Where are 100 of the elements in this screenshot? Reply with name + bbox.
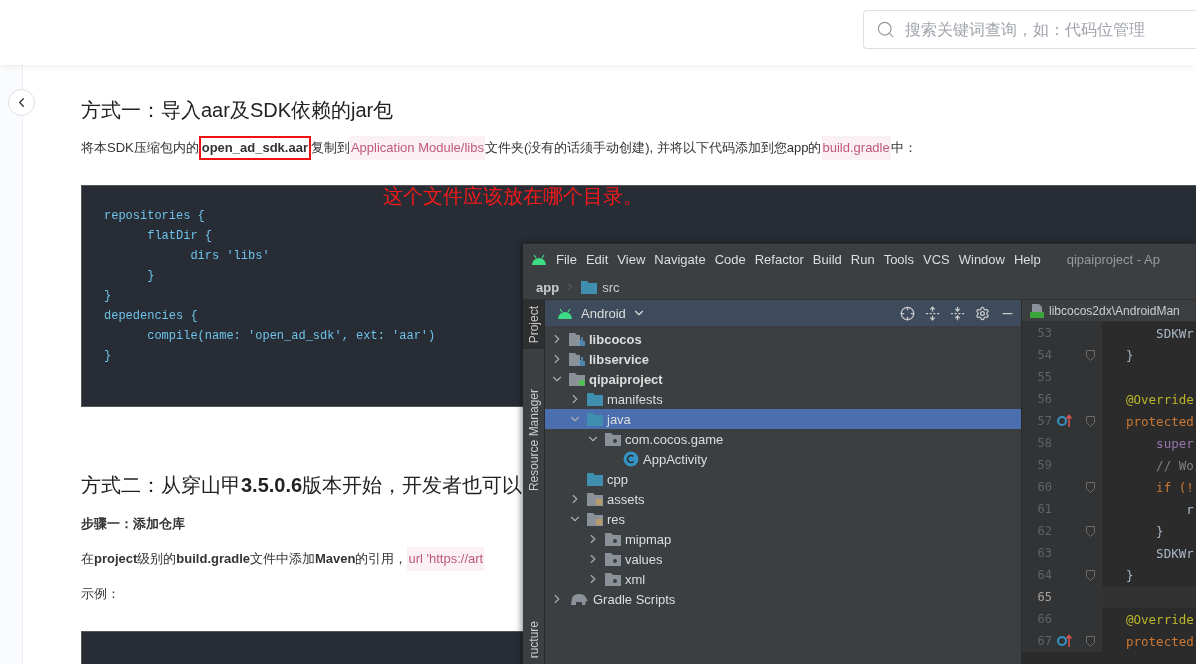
fold-marker-icon[interactable]	[1085, 635, 1095, 647]
fold-marker-icon[interactable]	[1085, 525, 1095, 537]
folder-icon	[587, 412, 603, 426]
class-icon	[623, 451, 639, 467]
step-heading: 步骤一：添加仓库	[81, 515, 185, 533]
menu-item[interactable]: Refactor	[754, 252, 804, 267]
code-line: }	[146, 268, 155, 285]
body-text: 将本SDK压缩包内的	[81, 139, 199, 157]
menu-item[interactable]: Build	[812, 252, 842, 267]
package-folder-icon	[605, 552, 621, 566]
android-icon	[531, 254, 547, 265]
code-line: @Override	[1126, 611, 1194, 627]
tree-item[interactable]: AppActivity	[545, 449, 1021, 469]
tool-window-tab[interactable]: ructure	[523, 614, 544, 664]
search-field[interactable]: 搜索关键词查询，如：代码位管理	[863, 10, 1196, 49]
code-line: compile(name: 'open_ad_sdk', ext: 'aar')	[146, 328, 436, 345]
breadcrumb-item[interactable]: app	[536, 279, 560, 295]
tree-item[interactable]: mipmap	[545, 529, 1021, 549]
menu-item[interactable]: Run	[850, 252, 875, 267]
menu-item[interactable]: Edit	[585, 252, 609, 267]
fold-marker-icon[interactable]	[1085, 481, 1095, 493]
window-title: qipaiproject - Ap	[1066, 252, 1160, 267]
package-folder-icon	[605, 432, 621, 446]
section-heading: 方式一：导入aar及SDK依赖的jar包	[81, 98, 394, 123]
menu-item[interactable]: View	[617, 252, 646, 267]
inline-code: Application Module/libs	[349, 136, 485, 160]
elephant-icon	[569, 592, 589, 606]
code-line: if (!	[1155, 479, 1194, 495]
body-text: 示例：	[81, 585, 120, 603]
tool-window-tab[interactable]: Resource Manager	[523, 383, 544, 498]
code-line: super	[1155, 435, 1194, 451]
collapse-all-icon[interactable]	[950, 305, 965, 321]
fold-marker-icon[interactable]	[1085, 569, 1095, 581]
code-line: r	[1185, 501, 1194, 517]
override-marker-icon[interactable]	[1057, 634, 1073, 648]
body-text: 中：	[890, 139, 917, 157]
tree-item[interactable]: assets	[545, 489, 1021, 509]
code-line: SDKWr	[1155, 545, 1194, 561]
tree-item[interactable]: libcocos	[545, 329, 1021, 349]
tree-item[interactable]: cpp	[545, 469, 1021, 489]
code-line: }	[1126, 347, 1134, 363]
override-marker-icon[interactable]	[1057, 414, 1073, 428]
tree-item[interactable]: qipaiproject	[545, 369, 1021, 389]
folder-icon	[581, 280, 598, 294]
android-icon	[557, 307, 573, 319]
breadcrumb-item[interactable]: src	[602, 279, 620, 295]
tree-item[interactable]: Gradle Scripts	[545, 589, 1021, 609]
resource-folder-icon	[587, 512, 603, 526]
search-icon	[876, 20, 895, 39]
code-line: protected	[1126, 633, 1194, 649]
module-folder-icon	[569, 352, 585, 366]
menu-item[interactable]: VCS	[923, 252, 950, 267]
body-text: 复制到	[310, 139, 350, 157]
tree-item[interactable]: java	[545, 409, 1021, 429]
code-line: repositories {	[104, 208, 205, 225]
collapse-sidebar-button[interactable]	[8, 89, 35, 116]
tree-item[interactable]: res	[545, 509, 1021, 529]
expand-all-icon[interactable]	[925, 305, 940, 321]
tool-window-tab[interactable]: Project	[523, 300, 544, 350]
code-line: }	[1155, 523, 1164, 539]
resource-folder-icon	[587, 492, 603, 506]
folder-icon	[587, 392, 603, 406]
tree-item[interactable]: xml	[545, 569, 1021, 589]
package-folder-icon	[605, 572, 621, 586]
code-line: @Override	[1126, 391, 1194, 407]
body-text: 文件夹(没有的话须手动创建), 并将以下代码添加到您app的	[484, 139, 822, 157]
menu-item[interactable]: Tools	[883, 252, 914, 267]
settings-icon[interactable]	[975, 305, 990, 321]
code-line: flatDir {	[146, 228, 213, 245]
menu-item[interactable]: Navigate	[654, 252, 706, 267]
folder-icon	[587, 472, 603, 486]
tree-item[interactable]: com.cocos.game	[545, 429, 1021, 449]
fold-marker-icon[interactable]	[1085, 349, 1095, 361]
code-line: depedencies {	[104, 308, 198, 325]
code-line: }	[1126, 567, 1134, 583]
menu-item[interactable]: File	[556, 252, 577, 267]
annotation-text: 这个文件应该放在哪个目录。	[383, 184, 643, 209]
module-folder-icon	[569, 332, 585, 346]
menu-item[interactable]: Help	[1013, 252, 1041, 267]
inline-code: url 'https://art	[407, 547, 485, 571]
code-line: }	[104, 288, 112, 305]
menu-item[interactable]: Window	[958, 252, 1005, 267]
code-line: protected	[1126, 413, 1194, 429]
inline-code: build.gradle	[821, 136, 891, 160]
code-line: dirs 'libs'	[189, 248, 270, 265]
view-selector[interactable]: Android	[581, 305, 646, 321]
section-heading: 方式二：从穿山甲3.5.0.6版本开始，开发者也可以	[81, 473, 523, 498]
package-folder-icon	[605, 532, 621, 546]
manifest-file-icon	[1030, 303, 1044, 318]
code-line: SDKWr	[1155, 325, 1194, 341]
annotated-filename: open_ad_sdk.aar	[198, 136, 311, 160]
tree-item[interactable]: manifests	[545, 389, 1021, 409]
locate-icon[interactable]	[900, 305, 915, 321]
tree-item[interactable]: libservice	[545, 349, 1021, 369]
body-text: 在project级别的build.gradle文件中添加Maven的引用，	[81, 550, 408, 568]
code-line: }	[104, 348, 112, 365]
line-number: 65	[1036, 590, 1052, 604]
tree-item[interactable]: values	[545, 549, 1021, 569]
menu-item[interactable]: Code	[714, 252, 746, 267]
fold-marker-icon[interactable]	[1085, 415, 1095, 427]
